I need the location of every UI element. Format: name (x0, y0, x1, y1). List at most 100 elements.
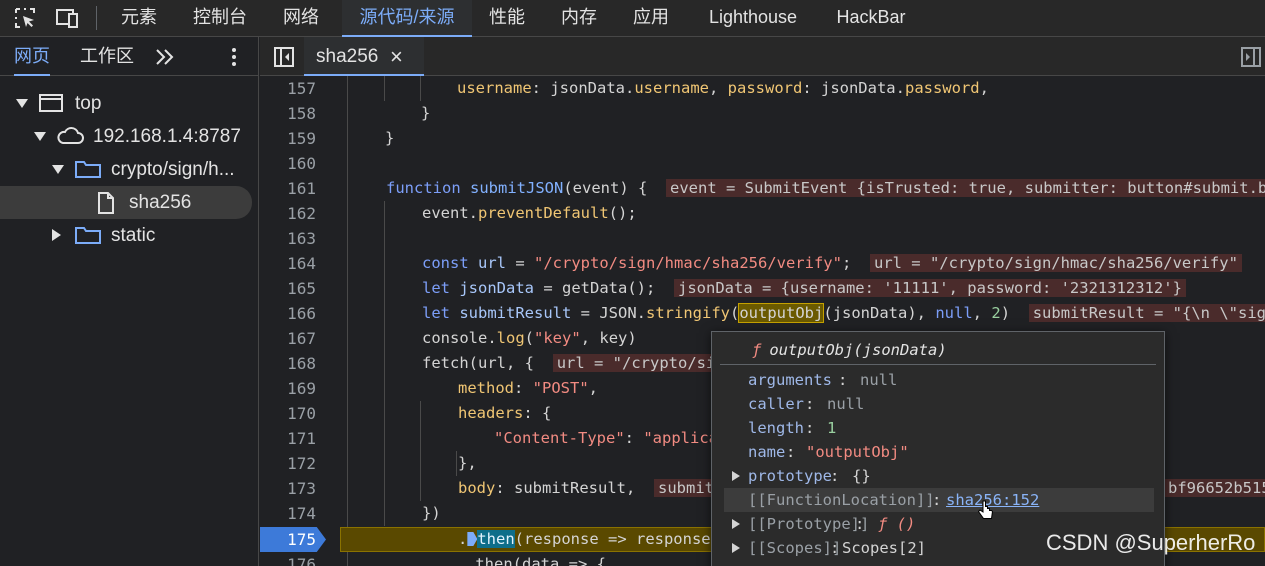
property-row[interactable]: caller: null (724, 392, 1154, 416)
tab-lighthouse[interactable]: Lighthouse (694, 0, 812, 37)
code-line[interactable]: body: submitResult, submitR (458, 476, 728, 501)
code-line[interactable]: event.preventDefault(); (422, 201, 637, 226)
line-number[interactable]: 166 (260, 301, 316, 326)
expand-arrow-icon[interactable] (16, 99, 28, 108)
inline-variable-value: event = SubmitEvent {isTrusted: true, su… (666, 179, 1265, 197)
code-line[interactable]: headers: { (458, 401, 551, 426)
line-number[interactable]: 159 (260, 126, 316, 151)
line-gutter[interactable]: 157 158 159 160 161 162 163 164 165 166 … (260, 76, 330, 566)
tree-item-sha256[interactable]: sha256 (0, 186, 252, 219)
file-tab-sha256[interactable]: sha256 × (304, 37, 424, 76)
tree-item-static-folder[interactable]: static (0, 219, 259, 252)
line-number[interactable]: 157 (260, 76, 316, 101)
frame-icon (39, 94, 63, 112)
expand-arrow-icon[interactable] (52, 165, 64, 174)
code-line[interactable]: } (421, 101, 430, 126)
line-number[interactable]: 176 (260, 552, 316, 566)
code-line[interactable]: method: "POST", (458, 376, 598, 401)
inline-variable-value: submitResult = "{\n \"signatu (1028, 304, 1265, 322)
execution-pointer-icon (467, 532, 478, 546)
tab-hackbar[interactable]: HackBar (826, 0, 916, 37)
indent-guide (384, 201, 385, 526)
tree-item-label: crypto/sign/h... (111, 159, 235, 180)
code-line[interactable]: const url = "/crypto/sign/hmac/sha256/ve… (422, 251, 1242, 276)
tree-item-crypto-folder[interactable]: crypto/sign/h... (0, 153, 259, 186)
line-number[interactable]: 168 (260, 351, 316, 376)
inline-variable-value: url = "/crypto/sig (552, 354, 729, 372)
inline-variable-value: jsonData = {username: '11111', password:… (674, 279, 1186, 297)
tab-page[interactable]: 网页 (14, 37, 50, 76)
code-line[interactable]: let submitResult = JSON.stringify(output… (422, 301, 1265, 326)
code-line[interactable]: .then(data => { (466, 552, 606, 566)
indent-guide (456, 451, 457, 476)
expand-arrow-icon[interactable] (732, 519, 740, 529)
tab-network[interactable]: 网络 (270, 0, 332, 37)
line-number[interactable]: 165 (260, 276, 316, 301)
code-line[interactable]: } (385, 126, 394, 151)
line-number[interactable]: 173 (260, 476, 316, 501)
collapse-arrow-icon[interactable] (52, 229, 61, 241)
tree-item-label: 192.168.1.4:8787 (93, 126, 241, 147)
expand-arrow-icon[interactable] (34, 132, 46, 141)
line-number[interactable]: 158 (260, 101, 316, 126)
hovered-identifier[interactable]: outputObj (738, 303, 825, 323)
code-line[interactable]: }) (422, 501, 441, 526)
line-number[interactable]: 167 (260, 326, 316, 351)
tab-application[interactable]: 应用 (622, 0, 680, 37)
property-row-expandable[interactable]: prototype:{} (724, 464, 1154, 488)
popover-title: ƒ outputObj(jsonData) (752, 341, 947, 359)
code-line-paused[interactable]: . then(response => response. (458, 527, 720, 552)
code-line[interactable]: "Content-Type": "applicat (494, 426, 727, 451)
line-number[interactable]: 161 (260, 176, 316, 201)
expand-arrow-icon[interactable] (732, 543, 740, 553)
tab-performance[interactable]: 性能 (478, 0, 536, 37)
navigator-tabs: 网页 工作区 (0, 37, 259, 76)
code-line[interactable]: let jsonData = getData(); jsonData = {us… (422, 276, 1186, 301)
code-line[interactable]: username: jsonData.username, password: j… (457, 76, 989, 101)
tree-item-top[interactable]: top (0, 87, 259, 120)
line-number[interactable]: 169 (260, 376, 316, 401)
line-number[interactable]: 164 (260, 251, 316, 276)
tab-elements[interactable]: 元素 (108, 0, 170, 37)
property-row[interactable]: arguments: null (724, 368, 1154, 392)
line-number-paused[interactable]: 175 (260, 527, 316, 552)
expand-arrow-icon[interactable] (732, 471, 740, 481)
code-line[interactable]: function submitJSON(event) { event = Sub… (386, 176, 1265, 201)
watermark-text: CSDN @SuperherRo (1046, 530, 1256, 555)
inspect-element-icon[interactable] (13, 6, 37, 30)
tree-item-origin[interactable]: 192.168.1.4:8787 (0, 120, 259, 153)
code-line[interactable]: fetch(url, { url = "/crypto/sig (422, 351, 729, 376)
property-row[interactable]: length:1 (724, 416, 1154, 440)
code-line[interactable]: console.log("key", key) (422, 326, 637, 351)
line-number[interactable]: 170 (260, 401, 316, 426)
indent-guide (347, 76, 348, 566)
line-number[interactable]: 172 (260, 451, 316, 476)
property-row[interactable]: name: "outputObj" (724, 440, 1154, 464)
editor-tabstrip: sha256 × (260, 37, 1265, 76)
tab-sources[interactable]: 源代码/来源 (342, 0, 472, 37)
line-number[interactable]: 160 (260, 151, 316, 176)
double-chevron-right-icon[interactable] (154, 47, 176, 67)
property-row-highlighted[interactable]: [[FunctionLocation]]: sha256:152 (724, 488, 1154, 512)
line-number[interactable]: 163 (260, 226, 316, 251)
line-number[interactable]: 162 (260, 201, 316, 226)
toggle-debugger-icon[interactable] (1240, 46, 1262, 68)
inline-variable-value: url = "/crypto/sign/hmac/sha256/verify" (869, 254, 1242, 272)
file-navigator: 网页 工作区 top 192.168.1.4:8787 crypto/sign/… (0, 37, 259, 566)
close-icon[interactable]: × (390, 37, 403, 76)
kebab-menu-icon[interactable] (228, 46, 240, 68)
toggle-navigator-icon[interactable] (273, 46, 295, 68)
devtools-toolbar: 元素 控制台 网络 源代码/来源 性能 内存 应用 Lighthouse Hac… (0, 0, 1265, 37)
file-icon (98, 192, 114, 214)
line-number[interactable]: 171 (260, 426, 316, 451)
tab-workspace[interactable]: 工作区 (80, 37, 134, 76)
tab-memory[interactable]: 内存 (550, 0, 608, 37)
tab-console[interactable]: 控制台 (180, 0, 260, 37)
device-toolbar-icon[interactable] (55, 6, 79, 30)
code-line-overflow: bf96652b515 (1164, 476, 1265, 501)
popover-divider (720, 364, 1156, 365)
tree-item-label: top (75, 93, 102, 114)
line-number[interactable]: 174 (260, 501, 316, 526)
code-line[interactable]: }, (458, 451, 477, 476)
folder-icon (75, 227, 101, 244)
